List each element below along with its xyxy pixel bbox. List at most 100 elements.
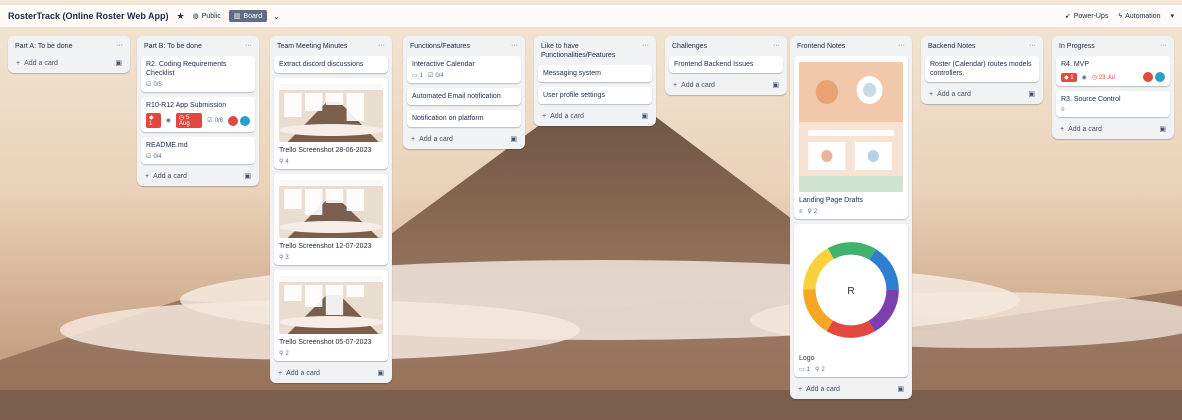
logo-letter: R xyxy=(847,286,855,297)
card[interactable]: R Logo ▭ 1 ⚲ 2 xyxy=(794,224,908,377)
star-icon[interactable]: ★ xyxy=(177,11,185,22)
list-menu-icon[interactable]: ··· xyxy=(773,42,780,49)
list-menu-icon[interactable]: ··· xyxy=(116,42,123,49)
watch-icon: ◉ xyxy=(1081,74,1087,81)
board-view-button[interactable]: ▥ Board xyxy=(228,10,268,22)
card[interactable]: Trello Screenshot 28-06-2023 ⚲ 4 xyxy=(274,78,388,169)
card-badges: ⚲ 2 xyxy=(279,350,383,358)
card-title: Automated Email notification xyxy=(412,93,501,100)
list-title[interactable]: Challenges xyxy=(672,42,707,51)
card-title: README.md xyxy=(146,142,188,149)
template-icon[interactable]: ▣ xyxy=(897,385,904,393)
comment-icon: ▭ xyxy=(412,73,418,79)
checklist-icon: ☑ xyxy=(146,154,152,160)
list-menu-icon[interactable]: ··· xyxy=(642,42,649,49)
list-frontend-notes: Frontend Notes ··· Landing Page Drafts ≡… xyxy=(790,36,912,399)
globe-icon: ◍ xyxy=(192,13,199,20)
template-icon[interactable]: ▣ xyxy=(641,112,648,120)
filter-button[interactable]: ▾ xyxy=(1170,12,1174,20)
card[interactable]: Notification on platform xyxy=(407,110,521,127)
list-menu-icon[interactable]: ··· xyxy=(1160,42,1167,49)
powerups-button[interactable]: ➹ Power-Ups xyxy=(1065,12,1109,21)
add-card-row: + Add a card ▣ xyxy=(1056,122,1170,134)
attachment-count: 2 xyxy=(813,208,818,215)
list-title[interactable]: Team Meeting Minutes xyxy=(277,42,347,51)
watch-icon: ◉ xyxy=(165,118,172,124)
add-card-button[interactable]: + Add a card xyxy=(278,370,320,377)
card-cover-image xyxy=(279,84,383,142)
list-title[interactable]: Functions/Features xyxy=(410,42,470,51)
paperclip-icon: ⚲ xyxy=(279,159,284,165)
visibility-label: Public xyxy=(201,12,221,20)
card[interactable]: Landing Page Drafts ≡ ⚲ 2 xyxy=(794,56,908,219)
avatar[interactable] xyxy=(228,115,238,126)
list-menu-icon[interactable]: ··· xyxy=(378,42,385,49)
card[interactable]: Extract discord discussions xyxy=(274,56,388,73)
automation-button[interactable]: ϟ Automation xyxy=(1118,13,1160,20)
list-menu-icon[interactable]: ··· xyxy=(1029,42,1036,49)
add-card-button[interactable]: + Add a card xyxy=(411,136,453,143)
add-card-button[interactable]: + Add a card xyxy=(798,386,840,393)
card[interactable]: Messaging system xyxy=(538,65,652,82)
checklist-icon: ☑ xyxy=(207,118,213,124)
chevron-down-icon[interactable]: ⌄ xyxy=(273,12,280,21)
card[interactable]: R3. Source Control ≡ xyxy=(1056,91,1170,117)
card[interactable]: README.md ☑ 0/4 xyxy=(141,137,255,164)
card-badges: ≡ ⚲ 2 xyxy=(799,208,903,216)
list-title[interactable]: Like to have Functionalities/Features xyxy=(541,42,642,60)
template-icon[interactable]: ▣ xyxy=(1028,90,1035,98)
checklist-badge: ☑ 0/6 xyxy=(207,117,223,125)
template-icon[interactable]: ▣ xyxy=(772,81,779,89)
list-menu-icon[interactable]: ··· xyxy=(511,42,518,49)
list-title[interactable]: Part B: To be done xyxy=(144,42,202,51)
card[interactable]: Roster (Calendar) routes models controll… xyxy=(925,56,1039,82)
card-badges: ▭ 1 ⚲ 2 xyxy=(799,366,903,374)
filter-icon: ▾ xyxy=(1170,13,1174,20)
card[interactable]: R10-R12 App Submission ◆ 1 ◉ ◷ 5 Aug ☑ 0/… xyxy=(141,97,255,132)
add-card-button[interactable]: + Add a card xyxy=(673,82,715,89)
card[interactable]: Interactive Calendar ▭ 1 ☑ 0/4 xyxy=(407,56,521,83)
list-part-b: Part B: To be done ··· R2. Coding Requir… xyxy=(137,36,259,186)
list-backend-notes: Backend Notes ··· Roster (Calendar) rout… xyxy=(921,36,1043,104)
list-title[interactable]: Frontend Notes xyxy=(797,42,845,51)
checklist-count: 0/4 xyxy=(435,72,444,79)
visibility-button[interactable]: ◍ Public xyxy=(192,12,221,21)
avatar[interactable] xyxy=(1155,72,1165,82)
checklist-count: 0/6 xyxy=(214,117,223,124)
add-card-label: Add a card xyxy=(550,112,584,120)
add-card-button[interactable]: + Add a card xyxy=(542,113,584,120)
card[interactable]: R4. MVP ◆ 1 ◉ ◷ 23 Jul xyxy=(1056,56,1170,86)
add-card-button[interactable]: + Add a card xyxy=(1060,126,1102,133)
card[interactable]: Trello Screenshot 12-07-2023 ⚲ 3 xyxy=(274,174,388,265)
add-card-button[interactable]: + Add a card xyxy=(929,91,971,98)
add-card-button[interactable]: + Add a card xyxy=(16,60,58,67)
avatar[interactable] xyxy=(1143,72,1153,82)
template-icon[interactable]: ▣ xyxy=(377,369,384,377)
board-title[interactable]: RosterTrack (Online Roster Web App) xyxy=(8,11,169,21)
list-title[interactable]: Backend Notes xyxy=(928,42,975,51)
list-part-a: Part A: To be done ··· + Add a card ▣ xyxy=(8,36,130,73)
list-title[interactable]: In Progress xyxy=(1059,42,1095,51)
avatar[interactable] xyxy=(240,115,250,126)
comment-count: 1 xyxy=(419,72,424,79)
card[interactable]: Frontend Backend Issues xyxy=(669,56,783,73)
due-date: 23 Jul xyxy=(1098,74,1115,81)
card[interactable]: User profile settings xyxy=(538,87,652,104)
add-card-button[interactable]: + Add a card xyxy=(145,173,187,180)
clock-icon: ◷ xyxy=(1091,74,1098,81)
template-icon[interactable]: ▣ xyxy=(115,59,122,67)
template-icon[interactable]: ▣ xyxy=(244,172,251,180)
card[interactable]: Automated Email notification xyxy=(407,88,521,105)
card[interactable]: Trello Screenshot 05-07-2023 ⚲ 2 xyxy=(274,270,388,361)
powerups-label: Power-Ups xyxy=(1073,12,1109,20)
template-icon[interactable]: ▣ xyxy=(1159,125,1166,133)
add-card-row: + Add a card ▣ xyxy=(407,132,521,144)
template-icon[interactable]: ▣ xyxy=(510,135,517,143)
comment-count: 1 xyxy=(806,366,811,373)
list-title[interactable]: Part A: To be done xyxy=(15,42,72,51)
card-badges: ◆ 1 ◉ ◷ 5 Aug ☑ 0/6 xyxy=(146,113,250,128)
list-menu-icon[interactable]: ··· xyxy=(245,42,252,49)
list-menu-icon[interactable]: ··· xyxy=(898,42,905,49)
attachment-badge: ⚲ 2 xyxy=(279,350,289,358)
card[interactable]: R2. Coding Requirements Checklist ☑ 0/5 xyxy=(141,56,255,92)
